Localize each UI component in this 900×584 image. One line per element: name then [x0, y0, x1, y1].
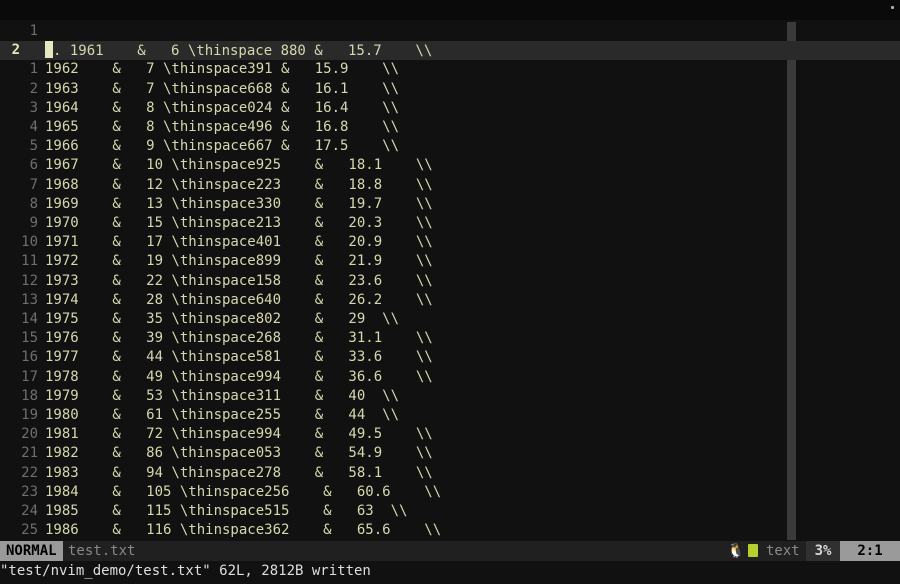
editor-buffer[interactable]: 12. 1961 & 6 \thinspace 880 & 15.7 \\ 1 19…: [0, 22, 900, 542]
line-number: 6: [29, 157, 38, 174]
buffer-line[interactable]: 8 1969 & 13 \thinspace330 & 19.7 \\: [0, 195, 900, 214]
buffer-line[interactable]: 14 1975 & 35 \thinspace802 & 29 \\: [0, 310, 900, 329]
scroll-percent: 3%: [806, 541, 840, 561]
line-number: 20: [21, 426, 38, 443]
buffer-line[interactable]: 18 1979 & 53 \thinspace311 & 40 \\: [0, 387, 900, 406]
line-text[interactable]: 1977 & 44 \thinspace581 & 33.6 \\: [45, 348, 433, 367]
buffer-line[interactable]: 20 1981 & 72 \thinspace994 & 49.5 \\: [0, 425, 900, 444]
buffer-line[interactable]: 4 1965 & 8 \thinspace496 & 16.8 \\: [0, 118, 900, 137]
cursor-position: 2:1: [840, 541, 900, 561]
line-text[interactable]: 1967 & 10 \thinspace925 & 18.1 \\: [45, 156, 433, 175]
line-text[interactable]: 1978 & 49 \thinspace994 & 36.6 \\: [45, 368, 433, 387]
line-text[interactable]: 1965 & 8 \thinspace496 & 16.8 \\: [45, 118, 399, 137]
filetype-label: text: [766, 543, 800, 559]
buffer-line[interactable]: 24 1985 & 115 \thinspace515 & 63 \\: [0, 502, 900, 521]
line-number: 13: [21, 291, 38, 308]
buffer-line[interactable]: 23 1984 & 105 \thinspace256 & 60.6 \\: [0, 483, 900, 502]
buffer-line[interactable]: 11 1972 & 19 \thinspace899 & 21.9 \\: [0, 252, 900, 271]
line-text[interactable]: 1979 & 53 \thinspace311 & 40 \\: [45, 387, 399, 406]
line-text[interactable]: 1972 & 19 \thinspace899 & 21.9 \\: [45, 252, 433, 271]
file-icon: [748, 544, 758, 557]
line-text[interactable]: 1980 & 61 \thinspace255 & 44 \\: [45, 406, 399, 425]
buffer-line[interactable]: 6 1967 & 10 \thinspace925 & 18.1 \\: [0, 156, 900, 175]
terminal-window: 12. 1961 & 6 \thinspace 880 & 15.7 \\ 1 19…: [0, 0, 900, 584]
line-text[interactable]: 1981 & 72 \thinspace994 & 49.5 \\: [45, 425, 433, 444]
line-text[interactable]: 1971 & 17 \thinspace401 & 20.9 \\: [45, 233, 433, 252]
buffer-line[interactable]: 12 1973 & 22 \thinspace158 & 23.6 \\: [0, 272, 900, 291]
line-number: 14: [21, 311, 38, 327]
buffer-line[interactable]: 3 1964 & 8 \thinspace024 & 16.4 \\: [0, 99, 900, 118]
line-number: 18: [21, 387, 38, 404]
line-number: 19: [21, 407, 38, 423]
line-number: 16: [21, 349, 38, 366]
statusline: NORMAL test.txt 🐧 text 3% 2:1: [0, 541, 900, 561]
line-text[interactable]: 1976 & 39 \thinspace268 & 31.1 \\: [45, 329, 433, 348]
line-number: 7: [29, 176, 38, 193]
line-number: 2: [29, 80, 38, 97]
buffer-line[interactable]: 10 1971 & 17 \thinspace401 & 20.9 \\: [0, 233, 900, 252]
buffer-line[interactable]: 16 1977 & 44 \thinspace581 & 33.6 \\: [0, 348, 900, 367]
line-text[interactable]: 1983 & 94 \thinspace278 & 58.1 \\: [45, 464, 433, 483]
buffer-line[interactable]: 5 1966 & 9 \thinspace667 & 17.5 \\: [0, 137, 900, 156]
cursor-block: [45, 41, 53, 59]
buffer-line[interactable]: 13 1974 & 28 \thinspace640 & 26.2 \\: [0, 291, 900, 310]
line-number: 11: [21, 253, 38, 270]
line-text[interactable]: 1966 & 9 \thinspace667 & 17.5 \\: [45, 137, 399, 156]
line-number: 1: [29, 23, 38, 39]
line-number: 2: [11, 42, 20, 59]
buffer-line[interactable]: 25 1986 & 116 \thinspace362 & 65.6 \\: [0, 521, 900, 540]
line-number: 1: [29, 61, 38, 78]
line-number: 4: [29, 119, 38, 135]
mode-indicator: NORMAL: [0, 541, 63, 561]
buffer-line[interactable]: 15 1976 & 39 \thinspace268 & 31.1 \\: [0, 329, 900, 348]
line-number: 17: [21, 368, 38, 385]
line-number: 24: [21, 503, 38, 519]
buffer-line[interactable]: 17 1978 & 49 \thinspace994 & 36.6 \\: [0, 368, 900, 387]
buffer-line[interactable]: 21 1982 & 86 \thinspace053 & 54.9 \\: [0, 444, 900, 463]
line-text[interactable]: 1964 & 8 \thinspace024 & 16.4 \\: [45, 99, 399, 118]
buffer-line[interactable]: 9 1970 & 15 \thinspace213 & 20.3 \\: [0, 214, 900, 233]
buffer-line[interactable]: 19 1980 & 61 \thinspace255 & 44 \\: [0, 406, 900, 425]
linux-icon: 🐧: [727, 543, 745, 559]
line-text[interactable]: 1984 & 105 \thinspace256 & 60.6 \\: [45, 483, 441, 502]
command-line[interactable]: "test/nvim_demo/test.txt" 62L, 2812B wri…: [0, 561, 900, 584]
line-number: 3: [29, 99, 38, 116]
line-text-content: . 1961 & 6 \thinspace 880 & 15.7 \\: [53, 43, 433, 60]
line-number: 5: [29, 138, 38, 155]
line-text[interactable]: 1982 & 86 \thinspace053 & 54.9 \\: [45, 444, 433, 463]
buffer-line[interactable]: 7 1968 & 12 \thinspace223 & 18.8 \\: [0, 176, 900, 195]
buffer-line[interactable]: 22 1983 & 94 \thinspace278 & 58.1 \\: [0, 464, 900, 483]
line-text[interactable]: 1973 & 22 \thinspace158 & 23.6 \\: [45, 272, 433, 291]
line-number: 15: [21, 330, 38, 347]
line-number: 12: [21, 272, 38, 289]
line-number: 22: [21, 464, 38, 481]
line-number: 9: [29, 215, 38, 231]
line-number: 10: [21, 234, 38, 251]
line-number: 25: [21, 522, 38, 539]
line-text[interactable]: . 1961 & 6 \thinspace 880 & 15.7 \\: [45, 41, 432, 61]
current-line[interactable]: 2 . 1961 & 6 \thinspace 880 & 15.7 \\: [0, 41, 900, 61]
line-text[interactable]: 1974 & 28 \thinspace640 & 26.2 \\: [45, 291, 433, 310]
line-number: 21: [21, 445, 38, 462]
line-text[interactable]: 1986 & 116 \thinspace362 & 65.6 \\: [45, 521, 441, 540]
line-number: 8: [29, 195, 38, 212]
line-text[interactable]: 1970 & 15 \thinspace213 & 20.3 \\: [45, 214, 433, 233]
window-dot-icon: [891, 6, 894, 9]
line-number: 23: [21, 483, 38, 500]
buffer-line[interactable]: 1: [0, 22, 900, 41]
line-text[interactable]: 1969 & 13 \thinspace330 & 19.7 \\: [45, 195, 433, 214]
filename-label: test.txt: [68, 543, 136, 559]
line-text[interactable]: 1975 & 35 \thinspace802 & 29 \\: [45, 310, 399, 329]
line-text[interactable]: 1962 & 7 \thinspace391 & 15.9 \\: [45, 60, 399, 79]
line-text[interactable]: 1963 & 7 \thinspace668 & 16.1 \\: [45, 80, 399, 99]
buffer-line[interactable]: 2 1963 & 7 \thinspace668 & 16.1 \\: [0, 80, 900, 99]
line-text[interactable]: 1968 & 12 \thinspace223 & 18.8 \\: [45, 176, 433, 195]
buffer-line[interactable]: 1 1962 & 7 \thinspace391 & 15.9 \\: [0, 60, 900, 79]
title-bar: [0, 0, 900, 20]
line-text[interactable]: 1985 & 115 \thinspace515 & 63 \\: [45, 502, 407, 521]
